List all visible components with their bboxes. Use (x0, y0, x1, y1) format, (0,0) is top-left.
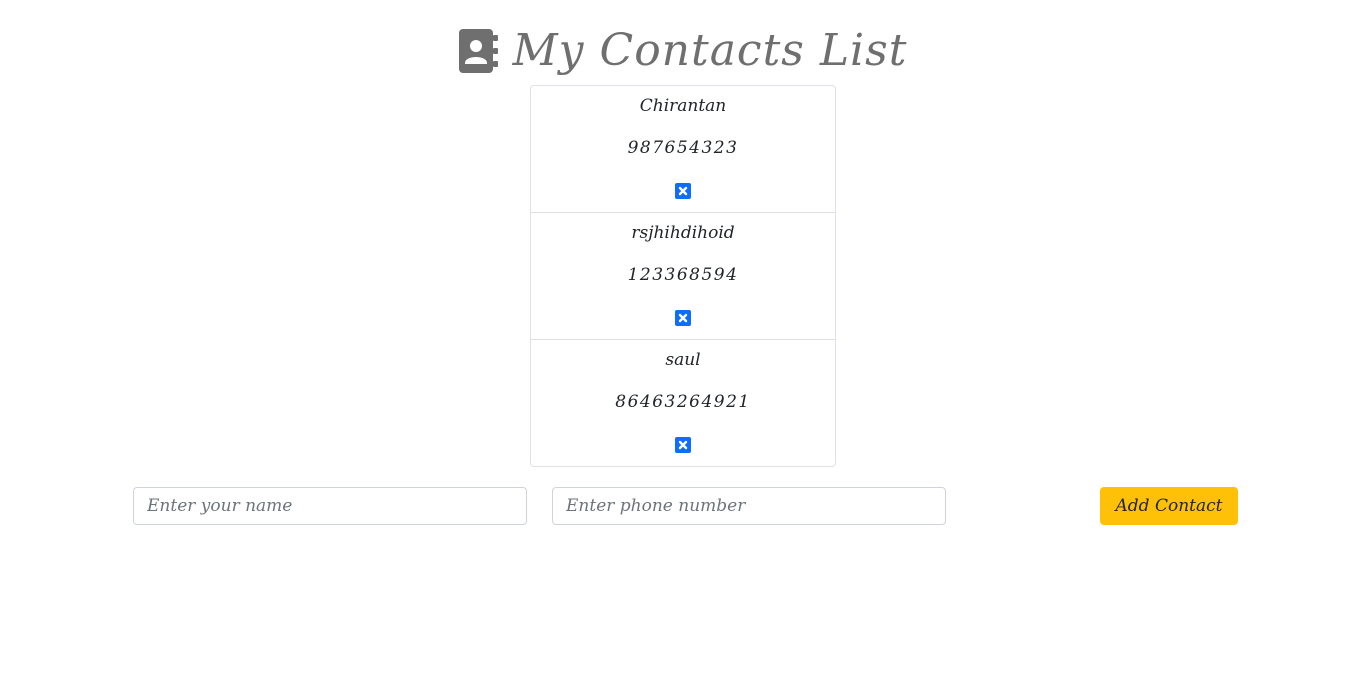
contact-phone: 987654323 (627, 138, 739, 158)
list-item: saul 86463264921 (531, 340, 835, 466)
close-square-icon[interactable] (675, 437, 691, 453)
contact-name: saul (665, 350, 701, 370)
contact-phone: 86463264921 (615, 392, 751, 412)
close-square-icon[interactable] (675, 310, 691, 326)
name-input[interactable] (133, 487, 527, 525)
phone-input[interactable] (552, 487, 946, 525)
list-item: rsjhihdihoid 123368594 (531, 213, 835, 340)
contact-list: Chirantan 987654323 rsjhihdihoid 1233685… (530, 85, 836, 467)
page-header: My Contacts List (0, 22, 1366, 80)
add-contact-button[interactable]: Add Contact (1100, 487, 1238, 525)
contact-phone: 123368594 (627, 265, 739, 285)
contact-name: Chirantan (639, 96, 727, 116)
close-square-icon[interactable] (675, 183, 691, 199)
address-book-icon (458, 29, 499, 73)
contact-name: rsjhihdihoid (631, 223, 735, 243)
list-item: Chirantan 987654323 (531, 86, 835, 213)
page-title: My Contacts List (512, 25, 908, 76)
